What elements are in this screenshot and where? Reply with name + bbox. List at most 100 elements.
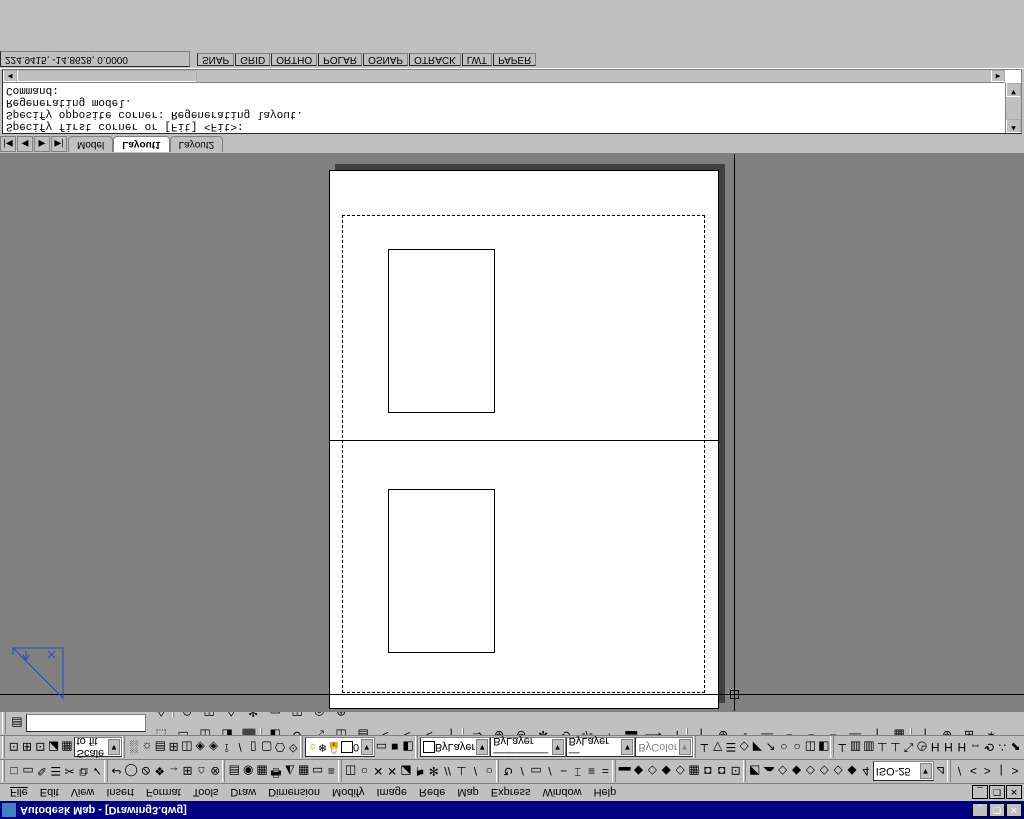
tool-btn[interactable]: ◆ — [845, 761, 859, 783]
tool-btn[interactable]: ⊞ — [958, 724, 980, 735]
tool-btn[interactable]: ⬛ — [238, 724, 260, 735]
tool-btn[interactable]: = — [599, 761, 613, 783]
tool-btn[interactable]: ▭ — [21, 761, 35, 783]
tool-btn[interactable]: ∴ — [996, 737, 1009, 759]
menu-view[interactable]: View — [65, 787, 101, 799]
tool-btn[interactable]: > — [1008, 761, 1022, 783]
tool-btn[interactable]: ☁ — [762, 761, 776, 783]
tool-btn[interactable]: ⬚ — [150, 724, 172, 735]
tool-btn[interactable]: ⊡ — [7, 737, 20, 759]
tab-nav-first[interactable]: |◀ — [0, 137, 16, 153]
tool-btn[interactable]: ◇ — [817, 761, 831, 783]
tool-btn[interactable]: ◈ — [194, 737, 207, 759]
tool-btn[interactable]: ▽ — [711, 737, 724, 759]
status-mode-paper[interactable]: PAPER — [493, 54, 536, 67]
tool-btn[interactable]: ◇ — [831, 761, 845, 783]
menu-express[interactable]: Express — [485, 787, 537, 799]
tool-btn[interactable]: ■ — [388, 737, 401, 759]
menu-rede[interactable]: Rede — [413, 787, 451, 799]
tool-btn[interactable]: > — [980, 761, 994, 783]
tool-btn[interactable]: < — [418, 724, 440, 735]
tool-btn[interactable]: ◇ — [803, 761, 817, 783]
coord-readout[interactable]: 224.9415, -14.8628, 0.0000 — [0, 52, 190, 68]
menu-dimension[interactable]: Dimension — [262, 787, 326, 799]
tool-btn[interactable]: < — [966, 761, 980, 783]
tool-btn[interactable]: ▬ — [620, 724, 642, 735]
tool-btn[interactable]: ◈ — [207, 737, 220, 759]
tool-btn[interactable]: ≡ — [325, 761, 339, 783]
command-window[interactable]: Command: _PAGESETUPCommand: Specify oppo… — [2, 69, 1022, 134]
tool-btn[interactable]: ○ — [777, 737, 790, 759]
tool-btn[interactable]: 4 — [859, 761, 873, 783]
tool-btn[interactable]: ▤ — [352, 724, 374, 735]
tool-btn[interactable]: ✻ — [532, 724, 554, 735]
tool-btn[interactable]: ⊥ — [876, 737, 889, 759]
tool-btn[interactable]: ✕ — [371, 761, 385, 783]
tool-btn[interactable]: ◫ — [198, 711, 220, 723]
menu-edit[interactable]: Edit — [34, 787, 65, 799]
tab-nav-prev[interactable]: ◀ — [17, 137, 33, 153]
tool-btn[interactable]: ⊞ — [167, 737, 180, 759]
menu-draw[interactable]: Draw — [224, 787, 262, 799]
tool-btn[interactable]: ▬ — [618, 761, 632, 783]
tool-btn[interactable]: ⟲ — [554, 724, 576, 735]
tool-btn[interactable]: < — [396, 724, 418, 735]
tool-btn[interactable]: ◊ — [220, 711, 242, 723]
tool-btn[interactable]: ◆ — [790, 761, 804, 783]
tool-btn[interactable]: ▦ — [60, 737, 73, 759]
tool-btn[interactable]: ◤ — [751, 737, 764, 759]
tool-btn[interactable]: □ — [7, 761, 21, 783]
tool-btn[interactable]: ◇ — [776, 761, 790, 783]
tool-btn[interactable]: H — [942, 737, 955, 759]
tool-btn[interactable]: ▭ — [529, 761, 543, 783]
tool-btn[interactable]: ◫ — [330, 724, 352, 735]
tool-btn[interactable]: − — [557, 761, 571, 783]
tool-btn[interactable]: 🖶 — [269, 761, 283, 783]
tool-btn[interactable]: | — [690, 724, 712, 735]
tool-btn[interactable]: ◧ — [401, 737, 414, 759]
tool-btn[interactable]: ― — [844, 724, 866, 735]
tool-btn[interactable]: ☰ — [49, 761, 63, 783]
tool-btn[interactable]: ☼ — [140, 737, 153, 759]
linetype-dropdown[interactable]: ――――― ByLayer▼ — [490, 738, 565, 758]
tool-btn[interactable]: ▥ — [849, 737, 862, 759]
tool-btn[interactable]: ✻ — [427, 761, 441, 783]
tool-btn[interactable]: ◫ — [804, 737, 817, 759]
tool-btn[interactable]: ⊡ — [34, 737, 47, 759]
tool-btn[interactable]: ✎ — [35, 761, 49, 783]
tool-btn[interactable]: ⎔ — [273, 737, 286, 759]
tab-nav-last[interactable]: ▶| — [51, 137, 67, 153]
tool-btn[interactable]: ⊞ — [181, 761, 195, 783]
tool-btn[interactable]: ⇒ — [466, 724, 488, 735]
menu-insert[interactable]: Insert — [100, 787, 140, 799]
tool-btn[interactable]: | — [994, 761, 1008, 783]
tool-btn[interactable]: / — [515, 761, 529, 783]
tool-btn[interactable]: ⊘ — [139, 761, 153, 783]
status-mode-polar[interactable]: POLAR — [318, 54, 362, 67]
tool-btn[interactable]: H — [929, 737, 942, 759]
tool-btn[interactable]: ― — [756, 724, 778, 735]
tool-btn[interactable]: ⟂ — [836, 737, 849, 759]
tool-btn[interactable]: ◧ — [817, 737, 830, 759]
tool-btn[interactable]: ≡ — [585, 761, 599, 783]
tool-btn[interactable]: − — [778, 724, 800, 735]
tool-btn[interactable]: − — [800, 724, 822, 735]
tool-btn[interactable]: ⊿ — [934, 761, 948, 783]
tool-btn[interactable]: ✻ — [242, 711, 264, 723]
menu-image[interactable]: Image — [370, 787, 413, 799]
tool-btn[interactable]: ○ — [357, 761, 371, 783]
scale-dropdown[interactable]: Scale to fit▼ — [74, 738, 122, 758]
tool-btn[interactable]: ↻ — [501, 761, 515, 783]
tool-btn[interactable]: ◫ — [194, 724, 216, 735]
status-mode-lwt[interactable]: LWT — [462, 54, 492, 67]
tool-btn[interactable]: / — [468, 761, 482, 783]
mdi-restore-button[interactable]: ❐ — [989, 785, 1005, 799]
tool-btn[interactable]: ◧ — [264, 724, 286, 735]
tab-nav-next[interactable]: ▶ — [34, 137, 50, 153]
tool-btn[interactable]: | — [866, 724, 888, 735]
tool-btn[interactable]: ◫ — [286, 711, 308, 723]
tool-btn[interactable]: ◷ — [915, 737, 928, 759]
tool-btn[interactable]: ✂ — [63, 761, 77, 783]
tool-btn[interactable]: ▥ — [862, 737, 875, 759]
cmdline-icon[interactable]: ▤ — [8, 713, 27, 735]
